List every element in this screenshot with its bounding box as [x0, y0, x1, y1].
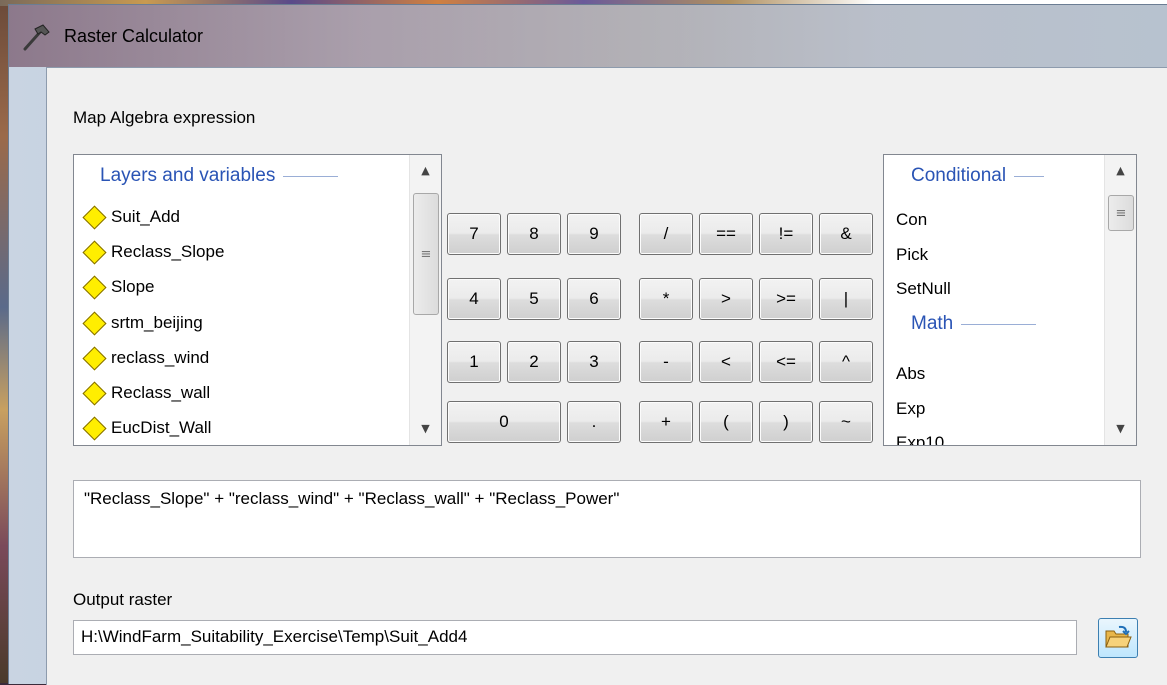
- functions-listbox[interactable]: Conditional Con Pick SetNull Math Abs Ex…: [883, 154, 1137, 446]
- layer-item[interactable]: EucDist_Wall: [82, 411, 211, 445]
- layer-item[interactable]: reclass_wind: [82, 341, 209, 375]
- calc-button-less[interactable]: <: [699, 341, 753, 383]
- scroll-up-icon[interactable]: ▲: [410, 155, 441, 185]
- calc-button-0[interactable]: 0: [447, 401, 561, 443]
- calc-button-greater-equal[interactable]: >=: [759, 278, 813, 320]
- raster-layer-icon: [82, 239, 107, 265]
- layer-item[interactable]: Reclass_Slope: [82, 235, 224, 269]
- calc-button-equal[interactable]: ==: [699, 213, 753, 255]
- layers-header: Layers and variables: [100, 165, 339, 187]
- calc-button-4[interactable]: 4: [447, 278, 501, 320]
- calc-button-3[interactable]: 3: [567, 341, 621, 383]
- expression-section-label: Map Algebra expression: [73, 108, 256, 127]
- layers-header-label: Layers and variables: [100, 165, 276, 186]
- conditional-header-rule: [1014, 175, 1045, 177]
- layer-item[interactable]: Suit_Add: [82, 200, 180, 234]
- layers-listbox[interactable]: Layers and variables Suit_Add Reclass_Sl…: [73, 154, 442, 446]
- calc-button-left-paren[interactable]: (: [699, 401, 753, 443]
- calc-button-divide[interactable]: /: [639, 213, 693, 255]
- layers-scrollbar[interactable]: ▲ ≡ ▼: [409, 155, 441, 445]
- title-bar[interactable]: Raster Calculator: [9, 5, 1167, 67]
- scroll-down-icon[interactable]: ▼: [410, 413, 441, 443]
- function-item-abs[interactable]: Abs: [896, 364, 925, 384]
- calc-button-5[interactable]: 5: [507, 278, 561, 320]
- raster-calculator-window: Raster Calculator Map Algebra expression…: [8, 4, 1167, 685]
- calc-button-8[interactable]: 8: [507, 213, 561, 255]
- math-header-label: Math: [911, 313, 954, 334]
- calc-button-or[interactable]: |: [819, 278, 873, 320]
- window-title: Raster Calculator: [64, 26, 204, 46]
- layer-item[interactable]: Reclass_wall: [82, 376, 210, 410]
- raster-layer-icon: [82, 310, 107, 336]
- layer-name: Reclass_Slope: [111, 242, 225, 261]
- math-header-rule: [961, 323, 1037, 325]
- output-raster-label: Output raster: [73, 590, 173, 609]
- hammer-icon: [23, 24, 50, 51]
- layer-item[interactable]: Slope: [82, 270, 154, 304]
- calc-button-less-equal[interactable]: <=: [759, 341, 813, 383]
- layer-name: EucDist_Wall: [111, 418, 212, 437]
- layer-name: reclass_wind: [111, 348, 210, 367]
- calc-button-right-paren[interactable]: ): [759, 401, 813, 443]
- function-item-exp10[interactable]: Exp10: [896, 433, 944, 445]
- scroll-thumb[interactable]: ≡: [1108, 195, 1134, 231]
- scroll-thumb[interactable]: ≡: [413, 193, 439, 315]
- output-raster-input[interactable]: H:\WindFarm_Suitability_Exercise\Temp\Su…: [73, 620, 1077, 655]
- calc-button-9[interactable]: 9: [567, 213, 621, 255]
- dialog-body: Map Algebra expression Layers and variab…: [46, 67, 1167, 685]
- calc-button-not-equal[interactable]: !=: [759, 213, 813, 255]
- scroll-up-icon[interactable]: ▲: [1105, 155, 1136, 185]
- raster-layer-icon: [82, 380, 107, 406]
- calc-button-xor[interactable]: ^: [819, 341, 873, 383]
- raster-layer-icon: [82, 415, 107, 441]
- expression-input[interactable]: "Reclass_Slope" + "reclass_wind" + "Recl…: [73, 480, 1141, 558]
- calc-button-6[interactable]: 6: [567, 278, 621, 320]
- calc-button-7[interactable]: 7: [447, 213, 501, 255]
- function-item-exp[interactable]: Exp: [896, 399, 925, 419]
- function-item-pick[interactable]: Pick: [896, 245, 928, 265]
- raster-layer-icon: [82, 204, 107, 230]
- calc-button-2[interactable]: 2: [507, 341, 561, 383]
- layers-header-rule: [283, 175, 339, 177]
- calc-button-add[interactable]: +: [639, 401, 693, 443]
- calc-button-and[interactable]: &: [819, 213, 873, 255]
- raster-layer-icon: [82, 345, 107, 371]
- function-item-con[interactable]: Con: [896, 210, 927, 230]
- expression-text: "Reclass_Slope" + "reclass_wind" + "Recl…: [84, 489, 620, 508]
- calc-button-1[interactable]: 1: [447, 341, 501, 383]
- functions-scrollbar[interactable]: ▲ ≡ ▼: [1104, 155, 1136, 445]
- calc-button-decimal[interactable]: .: [567, 401, 621, 443]
- open-folder-icon: [1105, 625, 1132, 648]
- layer-name: Reclass_wall: [111, 383, 211, 402]
- layer-name: Slope: [111, 277, 155, 296]
- math-group-header: Math: [911, 313, 1037, 335]
- output-raster-value: H:\WindFarm_Suitability_Exercise\Temp\Su…: [81, 627, 468, 646]
- conditional-header-label: Conditional: [911, 165, 1007, 186]
- calc-button-greater[interactable]: >: [699, 278, 753, 320]
- layer-name: srtm_beijing: [111, 313, 203, 332]
- function-item-setnull[interactable]: SetNull: [896, 279, 951, 299]
- raster-layer-icon: [82, 274, 107, 300]
- browse-button[interactable]: [1098, 618, 1138, 658]
- layer-name: Suit_Add: [111, 207, 180, 226]
- layer-item[interactable]: srtm_beijing: [82, 306, 203, 340]
- calc-button-subtract[interactable]: -: [639, 341, 693, 383]
- calc-button-not[interactable]: ~: [819, 401, 873, 443]
- scroll-down-icon[interactable]: ▼: [1105, 413, 1136, 443]
- conditional-group-header: Conditional: [911, 165, 1045, 187]
- calc-button-multiply[interactable]: *: [639, 278, 693, 320]
